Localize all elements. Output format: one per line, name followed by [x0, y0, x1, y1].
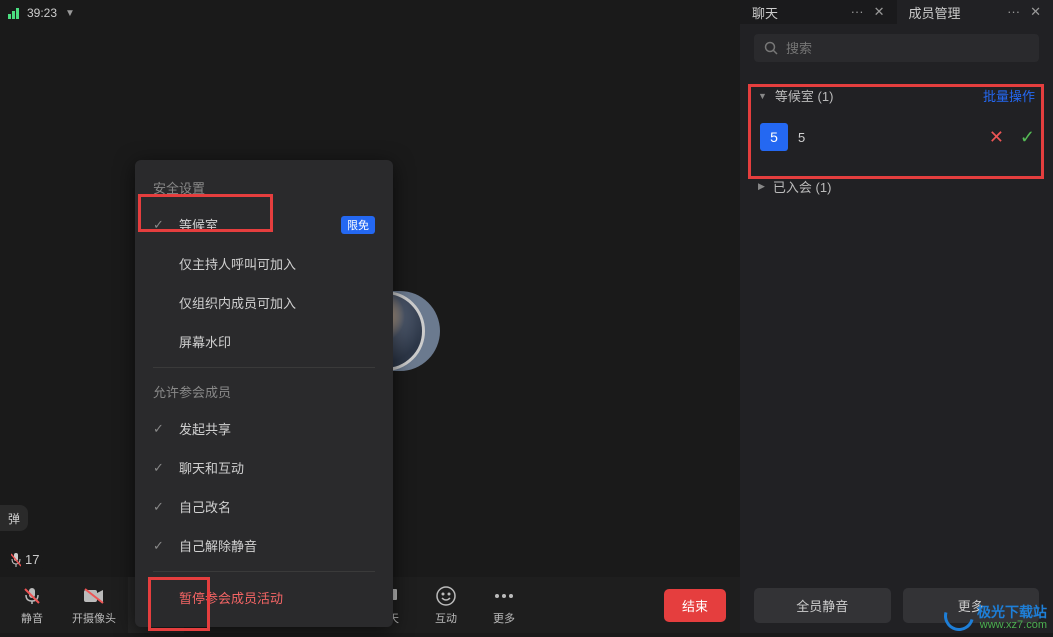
self-unmute-label: 自己解除静音 [179, 536, 257, 555]
security-menu: 安全设置 ✓ 等候室 限免 仅主持人呼叫可加入 仅组织内成员可加入 屏幕水印 允… [135, 160, 393, 627]
check-icon: ✓ [153, 538, 169, 554]
start-share-option[interactable]: ✓ 发起共享 [135, 409, 393, 448]
interact-label: 互动 [435, 610, 457, 626]
search-box[interactable] [754, 34, 1039, 62]
self-rename-option[interactable]: ✓ 自己改名 [135, 487, 393, 526]
chat-tab[interactable]: 聊天 ··· ✕ [740, 0, 897, 24]
sidebar-footer: 全员静音 更多 [740, 577, 1053, 633]
camera-button[interactable]: 开摄像头 [62, 577, 126, 633]
waiting-room-label: 等候室 (1) [775, 86, 834, 105]
reject-button[interactable]: ✕ [989, 127, 1004, 148]
search-icon [764, 41, 778, 55]
participant-name: 5 [798, 130, 805, 145]
watermark-option[interactable]: 屏幕水印 [135, 322, 393, 361]
more-label: 更多 [493, 610, 515, 626]
org-only-label: 仅组织内成员可加入 [179, 293, 296, 312]
mic-badge[interactable]: 17 [5, 550, 45, 569]
smile-icon [436, 585, 456, 607]
end-meeting-button[interactable]: 结束 [664, 589, 726, 622]
meeting-timer: 39:23 [27, 6, 57, 20]
waiting-room-label: 等候室 [179, 215, 218, 234]
right-sidebar: 聊天 ··· ✕ 成员管理 ··· ✕ ▼ 等候室 (1) 批量操作 5 5 [740, 0, 1053, 633]
members-close-icon[interactable]: ✕ [1030, 4, 1041, 20]
mute-label: 静音 [21, 610, 43, 626]
check-icon: ✓ [153, 460, 169, 476]
waiting-room-option[interactable]: ✓ 等候室 限免 [135, 205, 393, 244]
members-more-icon[interactable]: ··· [1007, 4, 1020, 20]
members-tab-label: 成员管理 [909, 3, 961, 22]
chat-tab-label: 聊天 [752, 3, 778, 22]
signal-icon [8, 8, 19, 19]
mute-button[interactable]: 静音 [4, 577, 60, 633]
interact-button[interactable]: 互动 [418, 577, 474, 633]
chat-close-icon[interactable]: ✕ [874, 4, 885, 20]
chevron-right-icon: ▶ [758, 181, 765, 192]
batch-operation-link[interactable]: 批量操作 [983, 86, 1035, 105]
accept-button[interactable]: ✓ [1020, 127, 1035, 148]
chevron-down-icon: ▼ [758, 91, 767, 101]
joined-label: 已入会 (1) [773, 177, 832, 196]
chat-interact-label: 聊天和互动 [179, 458, 244, 477]
start-share-label: 发起共享 [179, 419, 231, 438]
members-tab[interactable]: 成员管理 ··· ✕ [897, 0, 1053, 24]
check-icon: ✓ [153, 421, 169, 437]
mic-count: 17 [25, 552, 39, 567]
security-settings-title: 安全设置 [135, 170, 393, 205]
self-rename-label: 自己改名 [179, 497, 231, 516]
more-icon [494, 585, 514, 607]
pause-activity-option[interactable]: 暂停参会成员活动 [135, 578, 393, 617]
waiting-room-header[interactable]: ▼ 等候室 (1) 批量操作 [758, 80, 1035, 115]
camera-label: 开摄像头 [72, 610, 116, 626]
check-icon: ✓ [153, 499, 169, 515]
allow-members-title: 允许参会成员 [135, 374, 393, 409]
host-only-option[interactable]: 仅主持人呼叫可加入 [135, 244, 393, 283]
sidebar-more-button[interactable]: 更多 [903, 588, 1040, 623]
host-only-label: 仅主持人呼叫可加入 [179, 254, 296, 273]
mute-all-button[interactable]: 全员静音 [754, 588, 891, 623]
self-unmute-option[interactable]: ✓ 自己解除静音 [135, 526, 393, 565]
org-only-option[interactable]: 仅组织内成员可加入 [135, 283, 393, 322]
chat-interact-option[interactable]: ✓ 聊天和互动 [135, 448, 393, 487]
free-badge: 限免 [341, 216, 375, 234]
mic-icon [11, 553, 21, 567]
waiting-participant-row: 5 5 ✕ ✓ [758, 115, 1035, 159]
bullet-badge[interactable]: 弹 [0, 505, 28, 531]
camera-off-icon [83, 585, 105, 607]
participant-avatar [385, 291, 440, 371]
joined-header[interactable]: ▶ 已入会 (1) [758, 171, 1035, 206]
check-icon: ✓ [153, 217, 169, 233]
more-button[interactable]: 更多 [476, 577, 532, 633]
timer-dropdown-icon[interactable]: ▼ [65, 8, 75, 19]
search-input[interactable] [786, 41, 1029, 56]
mic-off-icon [22, 585, 42, 607]
watermark-label: 屏幕水印 [179, 332, 231, 351]
chat-more-icon[interactable]: ··· [851, 4, 864, 20]
participant-avatar: 5 [760, 123, 788, 151]
